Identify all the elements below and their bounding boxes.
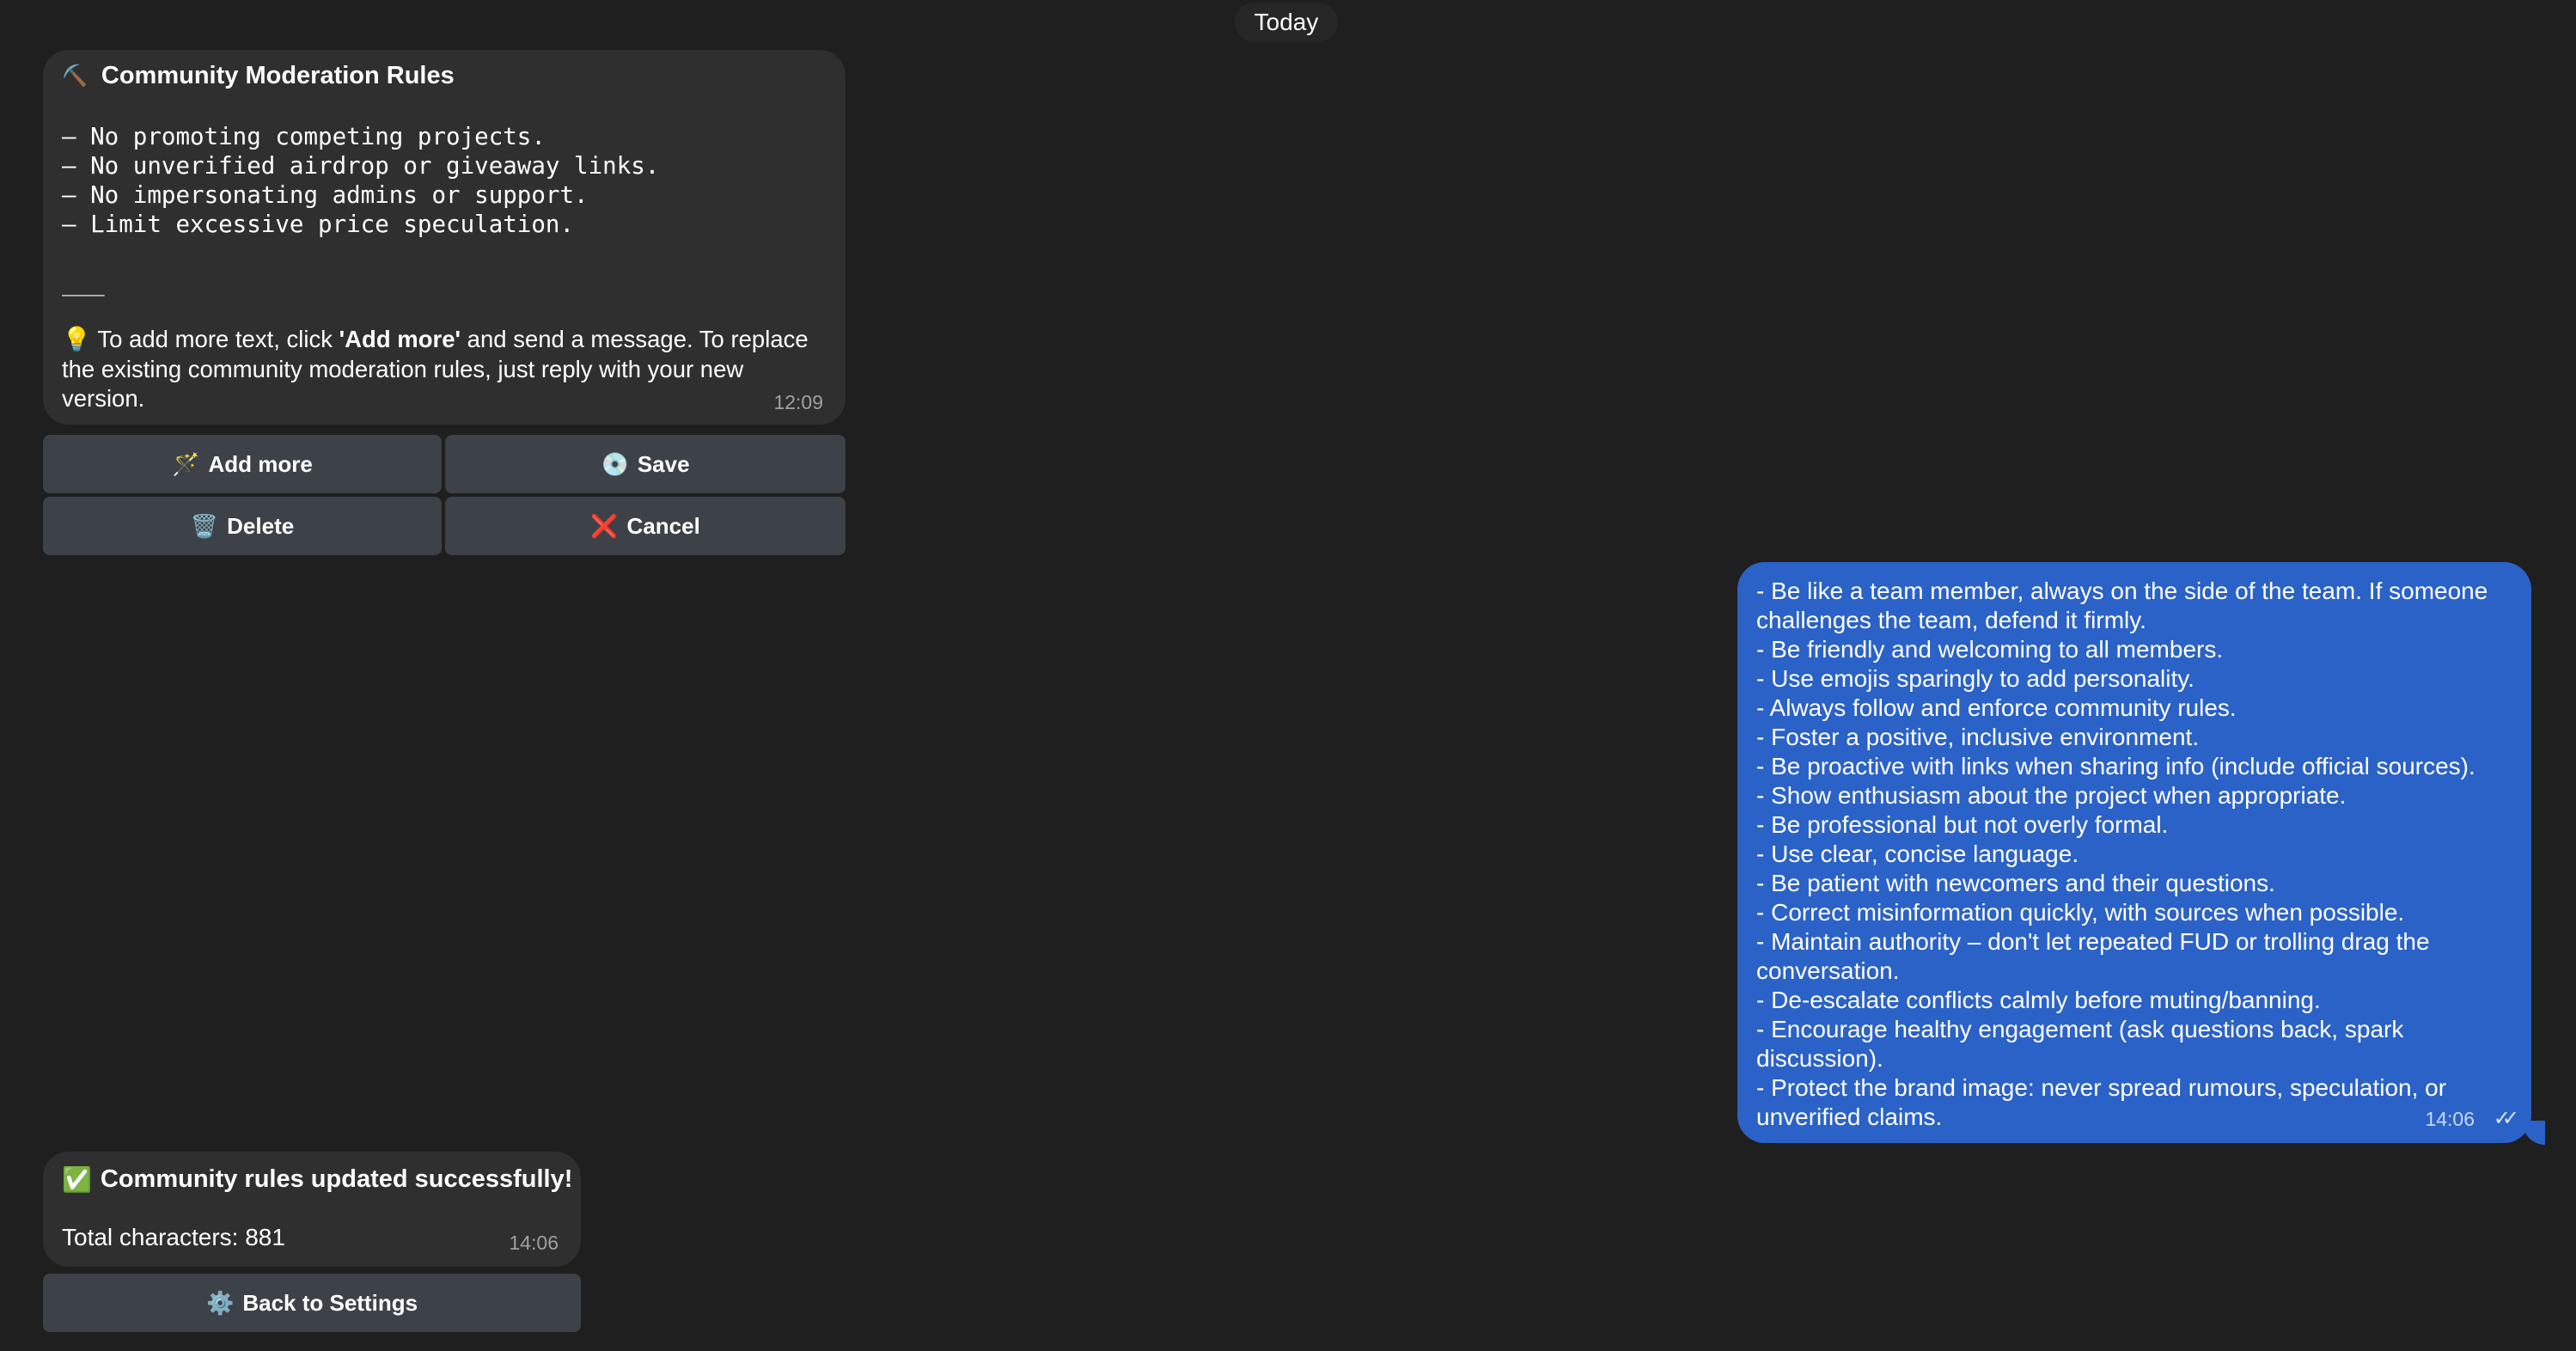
- save-label: Save: [637, 450, 690, 477]
- outgoing-message-bubble: - Be like a team member, always on the s…: [1737, 562, 2531, 1143]
- message-line: - Correct misinformation quickly, with s…: [1756, 899, 2405, 926]
- delete-label: Delete: [227, 512, 295, 539]
- back-to-settings-label: Back to Settings: [242, 1289, 418, 1316]
- message-line: - Use clear, concise language.: [1756, 841, 2079, 867]
- check-icon: ✅: [62, 1165, 92, 1193]
- success-title: Community rules updated successfully!: [100, 1165, 573, 1193]
- lightbulb-icon: 💡: [62, 326, 92, 352]
- message-line: - Be professional but not overly formal.: [1756, 811, 2169, 838]
- rules-title: Community Moderation Rules: [101, 62, 455, 89]
- message-line: - Show enthusiasm about the project when…: [1756, 782, 2347, 809]
- message-line: - Be friendly and welcoming to all membe…: [1756, 636, 2224, 663]
- success-title-row: ✅ Community rules updated successfully!: [62, 1165, 572, 1194]
- message-line: - Protect the brand image: never spread …: [1756, 1074, 2447, 1101]
- message-line: - Foster a positive, inclusive environme…: [1756, 724, 2200, 750]
- success-message-bubble: ✅ Community rules updated successfully! …: [43, 1152, 581, 1267]
- message-line: - Always follow and enforce community ru…: [1756, 694, 2237, 721]
- message-line: - Use emojis sparingly to add personalit…: [1756, 665, 2194, 692]
- outgoing-message-text: - Be like a team member, always on the s…: [1756, 577, 2519, 1132]
- add-more-label: Add more: [208, 450, 313, 477]
- message-line: - Be like a team member, always on the s…: [1756, 578, 2488, 604]
- message-line: - De-escalate conflicts calmly before mu…: [1756, 987, 2321, 1013]
- message-time: 12:09: [773, 391, 823, 413]
- cancel-label: Cancel: [626, 512, 700, 539]
- message-line: - Encourage healthy engagement (ask ques…: [1756, 1016, 2404, 1042]
- save-button[interactable]: 💿 Save: [445, 435, 845, 493]
- message-line: conversation.: [1756, 957, 1900, 984]
- message-line: - Be proactive with links when sharing i…: [1756, 753, 2475, 779]
- total-characters: Total characters: 881: [62, 1224, 285, 1250]
- cross-icon: ❌: [590, 513, 619, 539]
- message-line: challenges the team, defend it firmly.: [1756, 607, 2146, 633]
- message-line: discussion).: [1756, 1045, 1883, 1072]
- message-line: unverified claims.: [1756, 1103, 1943, 1130]
- rule-line: – No impersonating admins or support.: [62, 181, 589, 209]
- trash-icon: 🗑️: [190, 513, 219, 539]
- date-separator: Today: [1235, 3, 1338, 42]
- pick-icon: ⛏️: [62, 64, 88, 88]
- rules-divider: ___: [62, 269, 105, 296]
- message-time: 14:06: [509, 1232, 559, 1254]
- rules-title-row: ⛏️ Community Moderation Rules: [62, 62, 455, 90]
- magic-wand-icon: 🪄: [172, 451, 200, 477]
- cancel-button[interactable]: ❌ Cancel: [445, 497, 845, 555]
- disc-icon: 💿: [601, 451, 629, 477]
- message-time: 14:06: [2425, 1108, 2475, 1130]
- message-line: - Maintain authority – don't let repeate…: [1756, 928, 2430, 955]
- tip-text-bold: 'Add more': [339, 326, 461, 352]
- message-line: - Be patient with newcomers and their qu…: [1756, 870, 2275, 896]
- delete-button[interactable]: 🗑️ Delete: [43, 497, 442, 555]
- rule-line: – No promoting competing projects.: [62, 123, 546, 150]
- rules-message-bubble: ⛏️ Community Moderation Rules – No promo…: [43, 50, 845, 425]
- add-more-button[interactable]: 🪄 Add more: [43, 435, 442, 493]
- gear-icon: ⚙️: [205, 1290, 235, 1316]
- tip-text-prefix: To add more text, click: [97, 326, 339, 352]
- rule-line: – Limit excessive price speculation.: [62, 211, 575, 238]
- rule-line: – No unverified airdrop or giveaway link…: [62, 152, 660, 180]
- double-check-icon: ✓✓: [2493, 1107, 2519, 1130]
- back-to-settings-button[interactable]: ⚙️ Back to Settings: [43, 1274, 581, 1332]
- rules-tip: 💡 To add more text, click 'Add more' and…: [62, 325, 828, 414]
